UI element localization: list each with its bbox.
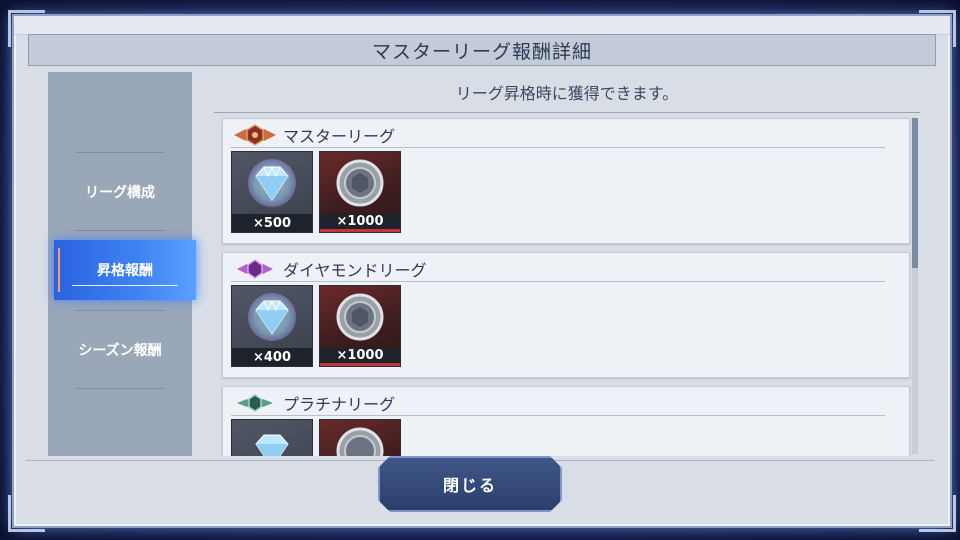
frame-top-strip xyxy=(14,16,950,35)
scrollbar[interactable] xyxy=(912,118,918,454)
sidebar-item-label: シーズン報酬 xyxy=(78,343,162,359)
reward-list[interactable]: マスターリーグ ×500 ×1000 ダイヤモンドリーグ ×400 ×1000 … xyxy=(220,116,920,456)
close-button[interactable]: 閉じる xyxy=(378,456,562,512)
sidebar-item-promotion-rewards[interactable]: 昇格報酬 xyxy=(54,240,196,300)
sidebar-item-league-structure[interactable]: リーグ構成 xyxy=(48,162,192,222)
reward-quantity: ×500 xyxy=(232,214,312,232)
diamond-gem-icon xyxy=(232,286,312,348)
reward-quantity: ×400 xyxy=(232,348,312,366)
sidebar-divider xyxy=(76,152,164,153)
diamond-league-emblem-icon xyxy=(231,258,279,280)
dialog-frame: マスターリーグ報酬詳細 リーグ構成 昇格報酬 シーズン報酬 リーグ昇格時に獲得で… xyxy=(8,10,956,532)
master-league-emblem-icon xyxy=(231,124,279,146)
league-section-platinum: プラチナリーグ xyxy=(222,386,910,456)
sidebar-divider xyxy=(76,310,164,311)
master-league-medal-icon xyxy=(320,152,400,214)
reward-quantity: ×1000 xyxy=(320,214,400,232)
close-button-label: 閉じる xyxy=(442,476,497,495)
title-bar: マスターリーグ報酬詳細 xyxy=(28,34,936,66)
page-title: マスターリーグ報酬詳細 xyxy=(371,40,592,63)
reward-quantity: ×1000 xyxy=(320,348,400,366)
reward-item[interactable]: ×400 xyxy=(231,285,313,367)
reward-item[interactable] xyxy=(231,419,313,456)
reward-item[interactable]: ×500 xyxy=(231,151,313,233)
reward-item[interactable]: ×1000 xyxy=(319,285,401,367)
diamond-gem-icon xyxy=(232,152,312,214)
scroll-thumb[interactable] xyxy=(912,118,918,268)
sidebar: リーグ構成 昇格報酬 シーズン報酬 xyxy=(48,72,196,456)
sidebar-item-season-rewards[interactable]: シーズン報酬 xyxy=(48,320,192,380)
league-section-diamond: ダイヤモンドリーグ ×400 ×1000 xyxy=(222,252,910,378)
master-league-medal-icon xyxy=(320,286,400,348)
section-header: マスターリーグ xyxy=(231,123,885,148)
platinum-league-emblem-icon xyxy=(231,392,279,414)
league-section-master: マスターリーグ ×500 ×1000 xyxy=(222,118,910,244)
sidebar-item-label: リーグ構成 xyxy=(85,185,155,201)
section-header: ダイヤモンドリーグ xyxy=(231,257,885,282)
reward-item[interactable]: ×1000 xyxy=(319,151,401,233)
section-title: マスターリーグ xyxy=(283,127,396,146)
section-title: ダイヤモンドリーグ xyxy=(283,261,427,280)
reward-item[interactable] xyxy=(319,419,401,456)
sidebar-item-label: 昇格報酬 xyxy=(97,263,153,279)
notice-text: リーグ昇格時に獲得できます。 xyxy=(214,72,920,113)
master-league-medal-icon xyxy=(320,420,400,456)
sidebar-divider xyxy=(76,388,164,389)
section-header: プラチナリーグ xyxy=(231,391,885,416)
section-title: プラチナリーグ xyxy=(283,395,396,414)
diamond-gem-icon xyxy=(232,420,312,456)
sidebar-divider xyxy=(76,230,164,231)
